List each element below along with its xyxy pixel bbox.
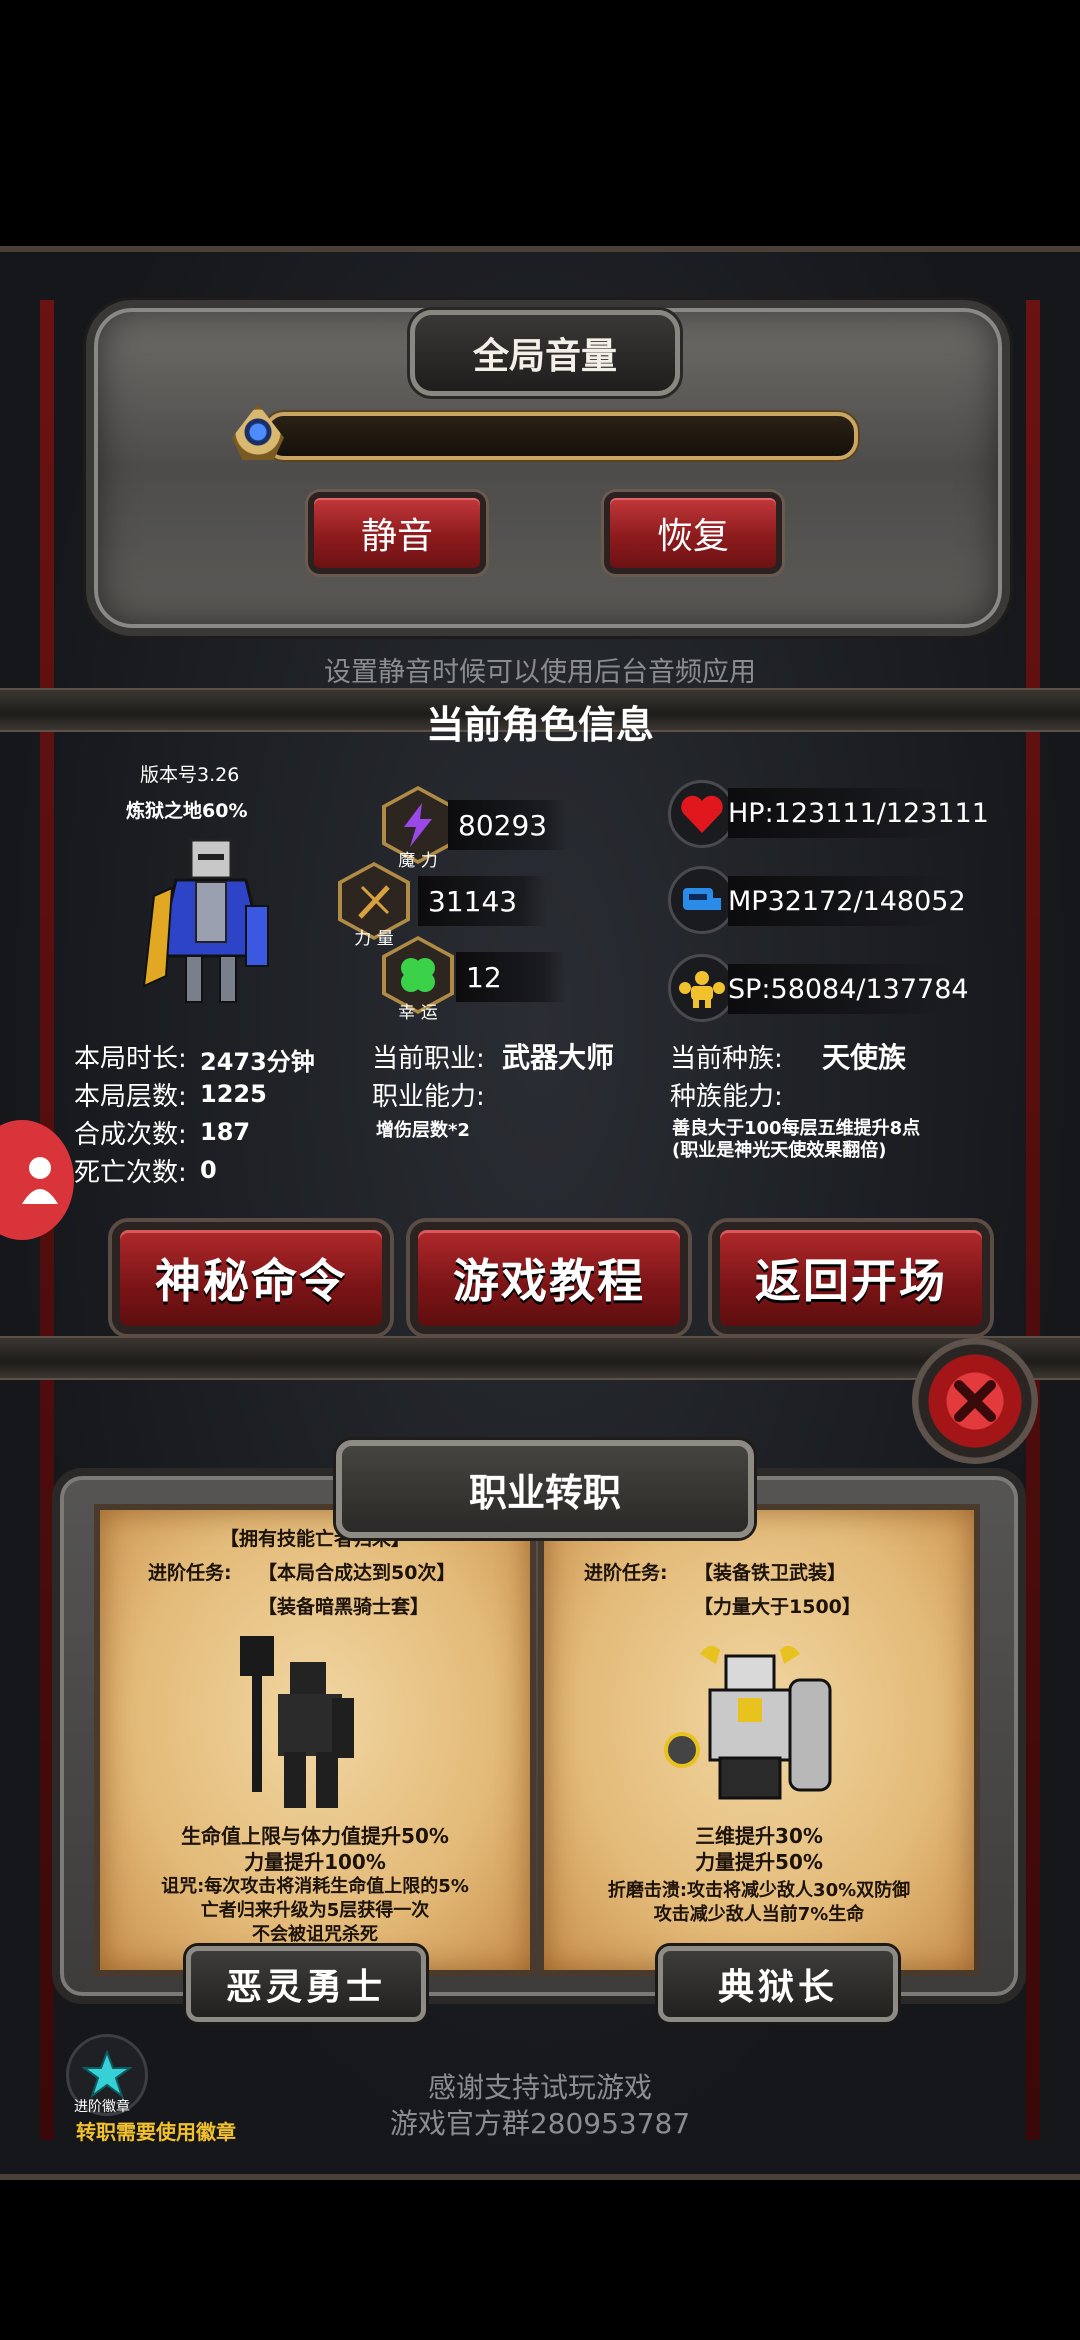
left-effect-hp: 生命值上限与体力值提升50% xyxy=(181,1824,449,1848)
left-req-merges: 【本局合成达到50次】 xyxy=(258,1562,456,1584)
version-label: 版本号3.26 xyxy=(140,764,240,786)
job-label: 当前职业: xyxy=(372,1044,485,1074)
race-ability-label: 种族能力: xyxy=(670,1082,783,1112)
close-button[interactable] xyxy=(912,1338,1038,1464)
stat-label-merges: 合成次数: xyxy=(74,1120,187,1150)
job-ability-label: 职业能力: xyxy=(372,1082,485,1112)
race-label: 当前种族: xyxy=(670,1044,783,1074)
warden-sprite xyxy=(660,1640,840,1810)
wraith-warrior-sprite xyxy=(228,1632,378,1812)
left-req-equipment: 【装备暗黑骑士套】 xyxy=(258,1596,430,1618)
stat-label-duration: 本局时长: xyxy=(74,1044,187,1074)
secret-command-button[interactable]: 神秘命令 xyxy=(112,1222,390,1334)
volume-hint: 设置静音时候可以使用后台音频应用 xyxy=(324,657,756,688)
class-change-title: 职业转职 xyxy=(336,1440,754,1538)
luck-caption: 幸 运 xyxy=(398,1003,438,1023)
right-effect-strength: 力量提升50% xyxy=(695,1850,823,1874)
stat-label-deaths: 死亡次数: xyxy=(74,1158,187,1188)
magic-value: 80293 xyxy=(448,800,568,850)
left-effect-immune: 不会被诅咒杀死 xyxy=(252,1924,378,1945)
heart-icon xyxy=(668,780,736,848)
restore-button[interactable]: 恢复 xyxy=(604,492,782,574)
magic-caption: 魔 力 xyxy=(398,851,438,871)
back-to-start-button[interactable]: 返回开场 xyxy=(712,1222,990,1334)
left-effect-revive: 亡者归来升级为5层获得一次 xyxy=(200,1900,430,1921)
badge-caption: 进阶徽章 xyxy=(74,2099,130,2115)
strength-value: 31143 xyxy=(418,876,548,926)
stat-value-merges: 187 xyxy=(200,1118,251,1146)
job-ability-value: 增伤层数*2 xyxy=(376,1120,470,1141)
race-value: 天使族 xyxy=(822,1041,907,1074)
mana-icon xyxy=(668,866,736,934)
close-icon xyxy=(954,1380,996,1422)
stat-value-floors: 1225 xyxy=(200,1080,267,1108)
difficulty-label: 炼狱之地60% xyxy=(126,800,248,822)
mute-button[interactable]: 静音 xyxy=(308,492,486,574)
character-sprite xyxy=(136,836,286,1012)
right-req-equipment: 【装备铁卫武装】 xyxy=(694,1562,847,1584)
job-value: 武器大师 xyxy=(502,1041,615,1074)
left-effect-strength: 力量提升100% xyxy=(244,1850,386,1874)
volume-title: 全局音量 xyxy=(410,310,680,396)
strength-caption: 力 量 xyxy=(354,929,394,949)
race-ability-value: 善良大于100每层五维提升8点(职业是神光天使效果翻倍) xyxy=(672,1118,921,1161)
luck-value: 12 xyxy=(456,952,566,1002)
right-effect-hp-reduce: 攻击减少敌人当前7%生命 xyxy=(653,1904,865,1925)
frame-red-bar-right xyxy=(1026,300,1040,2140)
right-effect-stats: 三维提升30% xyxy=(695,1824,823,1848)
hp-value: HP:123111/123111 xyxy=(728,788,989,838)
volume-slider[interactable] xyxy=(264,412,858,460)
character-info-title: 当前角色信息 xyxy=(425,703,654,747)
sp-value: SP:58084/137784 xyxy=(728,964,978,1014)
stat-label-floors: 本局层数: xyxy=(74,1082,187,1112)
thanks-text: 感谢支持试玩游戏 xyxy=(427,2071,652,2104)
right-task-label: 进阶任务: xyxy=(584,1562,668,1584)
stat-value-deaths: 0 xyxy=(200,1156,217,1184)
wraith-warrior-button[interactable]: 恶灵勇士 xyxy=(186,1946,426,2022)
tutorial-button[interactable]: 游戏教程 xyxy=(410,1222,688,1334)
badge-note: 转职需要使用徽章 xyxy=(76,2120,236,2144)
stat-value-duration: 2473分钟 xyxy=(200,1048,315,1076)
right-req-strength: 【力量大于1500】 xyxy=(694,1596,861,1618)
stamina-icon xyxy=(668,954,736,1022)
left-task-label: 进阶任务: xyxy=(148,1562,232,1584)
right-effect-torment: 折磨击溃:攻击将减少敌人30%双防御 xyxy=(607,1880,911,1901)
warden-button[interactable]: 典狱长 xyxy=(658,1946,898,2022)
mp-value: MP32172/148052 xyxy=(728,876,978,926)
left-effect-curse: 诅咒:每次攻击将消耗生命值上限的5% xyxy=(161,1876,469,1897)
